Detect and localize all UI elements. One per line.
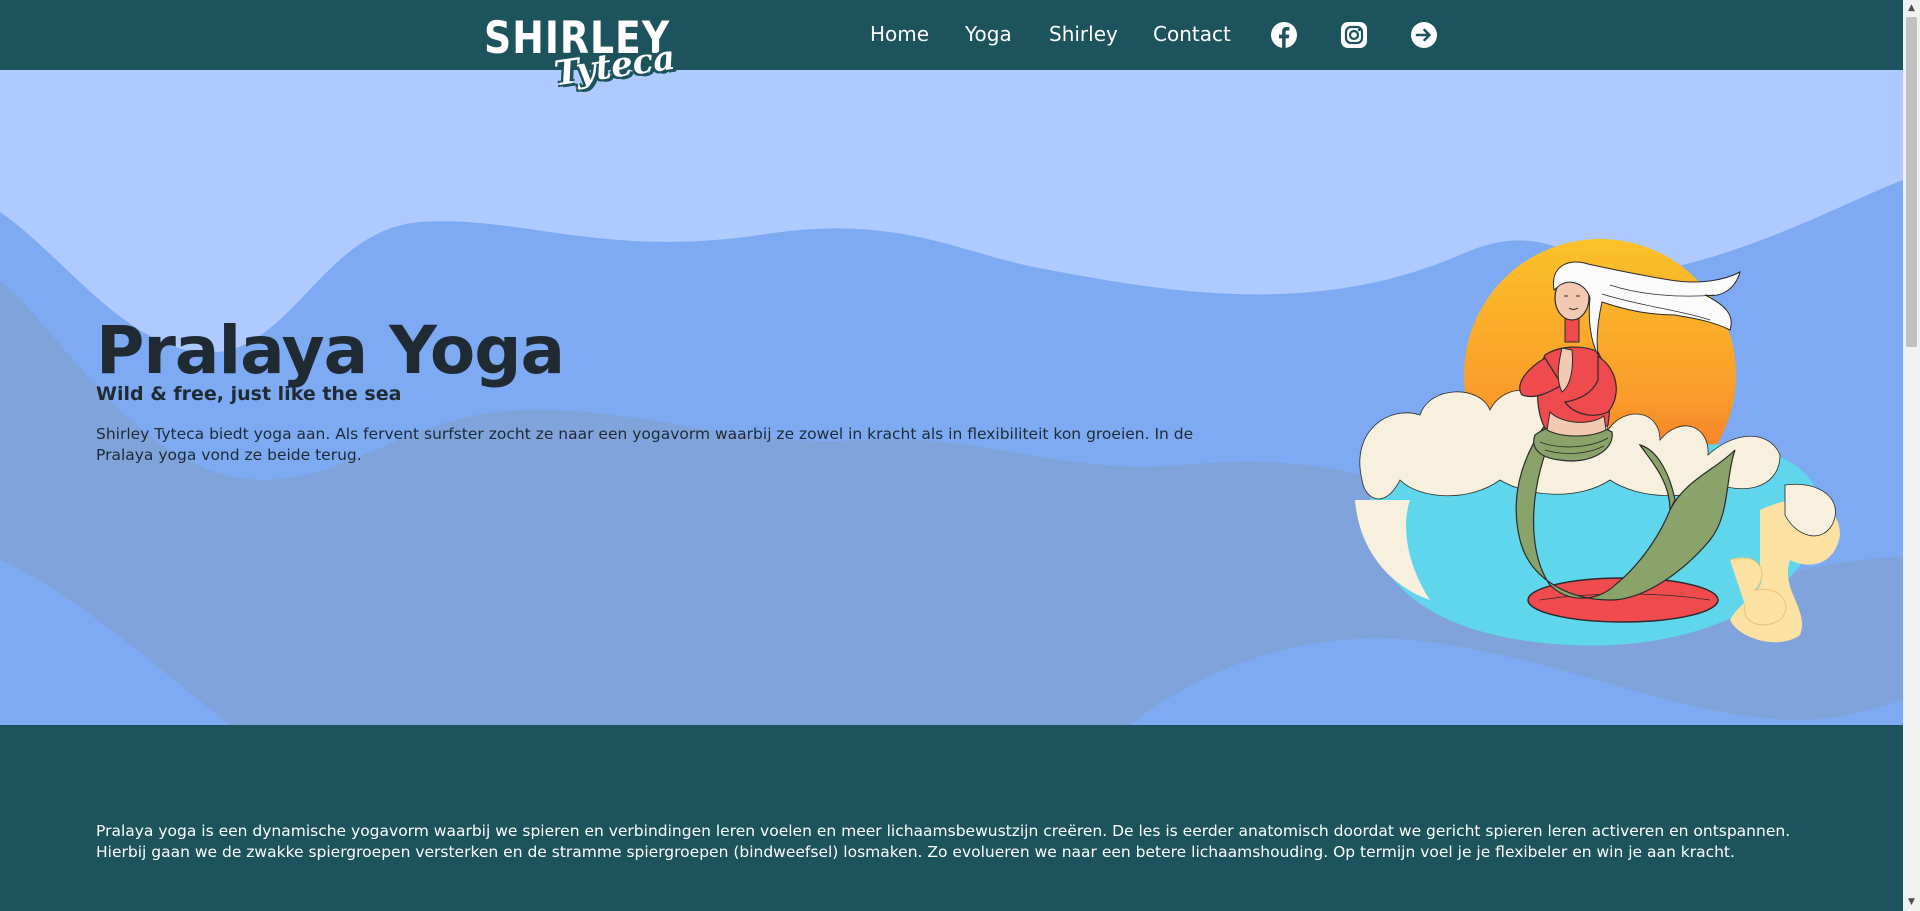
login-arrow-icon[interactable] bbox=[1410, 21, 1438, 49]
hero-description: Shirley Tyteca biedt yoga aan. Als ferve… bbox=[96, 425, 1194, 464]
mermaid-surfer-illustration bbox=[1355, 239, 1840, 646]
nav-item-yoga[interactable]: Yoga bbox=[965, 22, 1012, 46]
scroll-up-icon[interactable]: ▲ bbox=[1903, 0, 1920, 17]
nav-item-home[interactable]: Home bbox=[870, 22, 929, 46]
intro-section: Pralaya yoga is een dynamische yogavorm … bbox=[0, 725, 1903, 911]
page-subtitle: Wild & free, just like the sea bbox=[96, 383, 402, 405]
instagram-icon[interactable] bbox=[1340, 21, 1368, 49]
scroll-down-icon[interactable]: ▼ bbox=[1903, 894, 1920, 911]
nav-item-shirley[interactable]: Shirley bbox=[1049, 22, 1118, 46]
hero-section: Pralaya Yoga Wild & free, just like the … bbox=[0, 70, 1903, 725]
facebook-icon[interactable] bbox=[1270, 21, 1298, 49]
nav-item-contact[interactable]: Contact bbox=[1153, 22, 1231, 46]
page-scrollbar[interactable]: ▲ ▼ bbox=[1903, 0, 1920, 911]
page-title: Pralaya Yoga bbox=[96, 312, 565, 389]
site-logo[interactable]: SHIRLEY Tyteca bbox=[480, 10, 678, 95]
site-header: Home Yoga Shirley Contact bbox=[0, 0, 1903, 70]
scrollbar-thumb[interactable] bbox=[1906, 17, 1917, 347]
intro-text: Pralaya yoga is een dynamische yogavorm … bbox=[96, 822, 1791, 861]
